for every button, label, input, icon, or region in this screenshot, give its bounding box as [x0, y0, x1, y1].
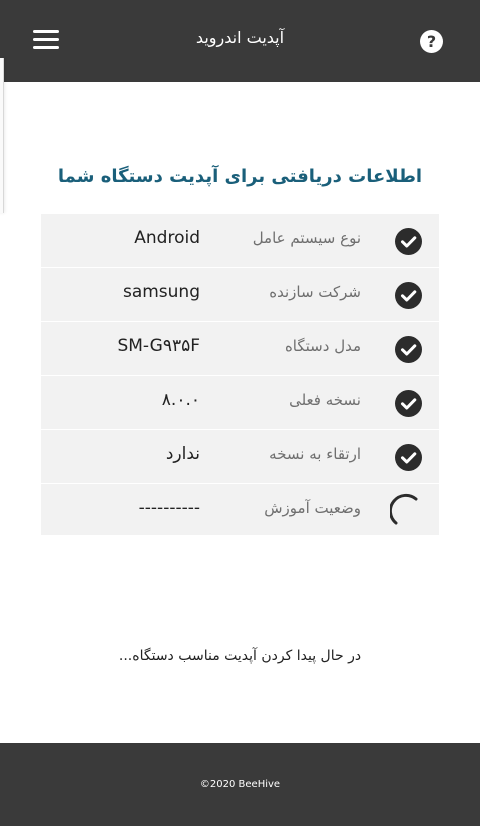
info-value: ندارد	[165, 444, 200, 464]
info-value: SM-G۹۳۵F	[117, 336, 200, 356]
info-value: ۸.۰.۰	[161, 390, 200, 410]
info-row-model: مدل دستگاه SM-G۹۳۵F	[41, 322, 439, 376]
page-heading: اطلاعات دریافتی برای آپدیت دستگاه شما	[57, 166, 423, 187]
info-value: samsung	[122, 282, 200, 302]
help-icon[interactable]: ?	[420, 30, 443, 53]
device-info-table: نوع سیستم عامل Android شرکت سازنده samsu…	[41, 214, 439, 535]
info-label: نسخه فعلی	[289, 391, 361, 409]
status-message: در حال پیدا کردن آپدیت مناسب دستگاه...	[118, 648, 362, 664]
info-label: شرکت سازنده	[269, 283, 361, 301]
side-drawer-edge[interactable]	[0, 58, 4, 213]
info-label: نوع سیستم عامل	[252, 229, 361, 247]
info-value: ----------	[138, 498, 200, 518]
info-row-tutorial-status: وضعیت آموزش ----------	[41, 484, 439, 535]
footer: ©2020 BeeHive	[0, 743, 480, 826]
copyright-text: ©2020 BeeHive	[199, 779, 281, 790]
loading-spinner-icon	[388, 492, 424, 526]
top-app-bar: آپدیت اندروید ?	[0, 0, 480, 82]
info-label: مدل دستگاه	[284, 337, 361, 355]
info-row-upgrade-version: ارتقاء به نسخه ندارد	[41, 430, 439, 484]
info-label: ارتقاء به نسخه	[269, 445, 361, 463]
check-circle-icon	[395, 390, 422, 417]
app-title: آپدیت اندروید	[195, 28, 285, 47]
check-circle-icon	[395, 228, 422, 255]
info-value: Android	[134, 228, 200, 248]
check-circle-icon	[395, 336, 422, 363]
check-circle-icon	[395, 444, 422, 471]
check-circle-icon	[395, 282, 422, 309]
info-row-current-version: نسخه فعلی ۸.۰.۰	[41, 376, 439, 430]
info-row-os: نوع سیستم عامل Android	[41, 214, 439, 268]
info-label: وضعیت آموزش	[264, 499, 361, 517]
info-row-manufacturer: شرکت سازنده samsung	[41, 268, 439, 322]
